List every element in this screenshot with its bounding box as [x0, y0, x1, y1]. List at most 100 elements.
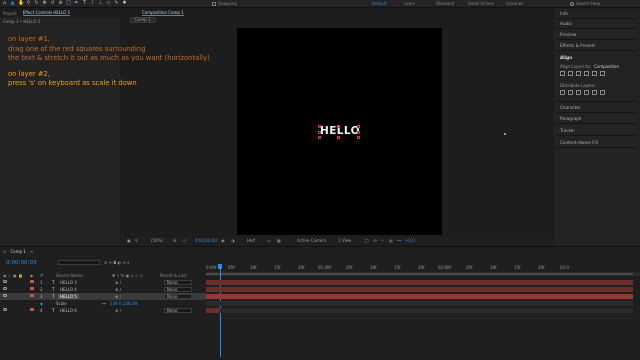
parent-dropdown[interactable]: None	[164, 294, 192, 299]
transform-handle-bottom-left[interactable]	[318, 136, 321, 139]
reset-view-icon[interactable]: ⟲	[373, 238, 376, 243]
layer-row[interactable]: 1 T HELLO 3 ⊕ ∕ None	[0, 279, 206, 286]
align-right-icon[interactable]	[576, 71, 581, 76]
transform-handle-top-right[interactable]	[357, 125, 360, 128]
label-color-swatch[interactable]	[30, 280, 34, 283]
layer-track[interactable]	[206, 308, 633, 313]
tab-comp-1[interactable]: Comp 1	[10, 249, 26, 254]
layer-duration-bar[interactable]	[206, 280, 633, 285]
align-layers-to-dropdown[interactable]: Composition	[594, 64, 619, 69]
panel-content-aware-fill[interactable]: Content-Aware Fill	[560, 140, 598, 145]
workspace-small-screen[interactable]: Small Screen	[468, 1, 506, 6]
panel-character[interactable]: Character	[560, 105, 581, 110]
parent-dropdown[interactable]: None	[164, 287, 192, 292]
roto-tool-icon[interactable]: ✎	[114, 1, 119, 6]
tab-project[interactable]: Project	[3, 11, 17, 16]
align-top-icon[interactable]	[584, 71, 589, 76]
panel-preview[interactable]: Preview	[560, 32, 576, 37]
eye-icon[interactable]	[3, 294, 7, 297]
roi-icon[interactable]: ▭	[267, 238, 271, 243]
tab-menu-icon[interactable]: ≡	[30, 249, 33, 254]
parent-dropdown[interactable]: None	[164, 308, 192, 313]
pen-tool-icon[interactable]: ✒	[74, 1, 79, 6]
exposure-value[interactable]: +0.0	[405, 238, 415, 243]
panel-audio[interactable]: Audio	[560, 21, 572, 26]
always-preview-icon[interactable]: ▣	[127, 238, 131, 243]
rectangle-tool-icon[interactable]: □	[66, 1, 71, 6]
distribute-vertical-center-icon[interactable]	[568, 90, 573, 95]
layer-track[interactable]	[206, 287, 633, 292]
orbit-tool-icon[interactable]: ↻	[34, 1, 39, 6]
column-source-name[interactable]: Source Name	[56, 273, 83, 278]
grid-icon[interactable]: ⊞	[173, 238, 176, 243]
snapshot-icon[interactable]: ◷	[183, 238, 187, 243]
workspace-libraries[interactable]: Libraries	[506, 1, 538, 6]
panel-effects-presets[interactable]: Effects & Presets	[560, 43, 595, 48]
transform-handle-middle-right[interactable]	[357, 131, 360, 134]
distribute-horizontal-center-icon[interactable]	[592, 90, 597, 95]
layer-switches[interactable]: ⊕ ∕	[115, 294, 121, 299]
parent-dropdown[interactable]: None	[164, 280, 192, 285]
camera-dropdown[interactable]: Active Camera	[297, 238, 326, 243]
selection-tool-icon[interactable]: ▲	[10, 1, 15, 6]
label-color-swatch[interactable]	[30, 294, 34, 297]
layer-name[interactable]: HELLO 4	[60, 287, 77, 292]
fast-preview-icon[interactable]: ⚡	[381, 238, 384, 243]
scale-value[interactable]: 139.0,138.0%	[110, 301, 138, 306]
zoom-tool-icon[interactable]: ⚲	[26, 1, 31, 6]
camera-icon[interactable]: ◉	[221, 238, 225, 243]
layer-search-input[interactable]	[58, 260, 100, 265]
panel-paragraph[interactable]: Paragraph	[560, 116, 581, 121]
eye-icon[interactable]	[3, 280, 7, 283]
layer-name[interactable]: HELLO 3	[60, 280, 77, 285]
layer-row[interactable]: 2 T HELLO 4 ⊕ ∕ None	[0, 286, 206, 293]
transparency-grid-icon[interactable]: ▦	[277, 238, 281, 243]
eye-icon[interactable]	[3, 287, 7, 290]
layer-track[interactable]	[206, 280, 633, 285]
align-bottom-icon[interactable]	[600, 71, 605, 76]
viewer-timecode[interactable]: 0:00:00:03	[195, 238, 217, 243]
layer-name[interactable]: HELLO 5	[58, 294, 79, 299]
transform-handle-bottom-right[interactable]	[357, 136, 360, 139]
magnification-icon[interactable]: ⚲	[135, 238, 138, 243]
eye-icon[interactable]	[3, 308, 7, 311]
panel-tracker[interactable]: Tracker	[560, 128, 575, 133]
label-color-swatch[interactable]	[30, 308, 34, 311]
zoom-dropdown[interactable]: (50%)	[151, 238, 163, 243]
puppet-tool-icon[interactable]: ✱	[122, 1, 127, 6]
distribute-left-icon[interactable]	[584, 90, 589, 95]
layer-duration-bar-selected[interactable]	[206, 294, 633, 299]
type-tool-icon[interactable]: T	[82, 1, 87, 6]
layer-name[interactable]: HELLO 6	[60, 308, 77, 313]
workspace-standard[interactable]: Standard	[436, 1, 468, 6]
keyframe-nav-icon[interactable]: ◆	[40, 301, 43, 306]
layer-switches[interactable]: ⊕ ∕	[115, 287, 121, 292]
transform-handle-middle-left[interactable]	[318, 131, 321, 134]
panel-info[interactable]: Info	[560, 11, 568, 16]
home-icon[interactable]: ⌂	[2, 1, 7, 6]
column-parent[interactable]: Parent & Link	[160, 273, 187, 278]
workspace-default[interactable]: Default	[372, 1, 404, 6]
transform-handle-top-left[interactable]	[318, 125, 321, 128]
clone-tool-icon[interactable]: ⊥	[98, 1, 103, 6]
label-color-swatch[interactable]	[30, 287, 34, 290]
flowchart-icon[interactable]: ⊶	[397, 238, 401, 243]
align-horizontal-center-icon[interactable]	[568, 71, 573, 76]
transform-handle-bottom-center[interactable]	[337, 136, 340, 139]
layer-row-selected[interactable]: 3 T HELLO 5 ⊕ ∕ None	[0, 293, 206, 300]
layer-switches[interactable]: ⊕ ∕	[115, 308, 121, 313]
align-left-icon[interactable]	[560, 71, 565, 76]
panel-align[interactable]: Align	[560, 55, 572, 60]
hand-tool-icon[interactable]: ✋	[18, 1, 24, 6]
brush-tool-icon[interactable]: /	[90, 1, 95, 6]
workspace-learn[interactable]: Learn	[404, 1, 436, 6]
time-ruler[interactable]: 0:00f 05f 10f 15f 20f 01:00f 05f 10f 15f…	[206, 264, 640, 272]
move-tool-icon[interactable]: ✥	[42, 1, 47, 6]
tab-effect-controls[interactable]: Effect Controls HELLO 5	[22, 10, 71, 16]
view-layout-dropdown[interactable]: 1 View	[338, 238, 351, 243]
tab-composition[interactable]: Composition Comp 1	[142, 10, 184, 16]
layer-track[interactable]	[206, 294, 633, 299]
comp-switch-icons[interactable]: ⊡ ✦ ◘ ◐ ⊙ ⌖	[104, 260, 129, 265]
close-icon[interactable]: ×	[3, 249, 6, 254]
distribute-top-icon[interactable]	[560, 90, 565, 95]
